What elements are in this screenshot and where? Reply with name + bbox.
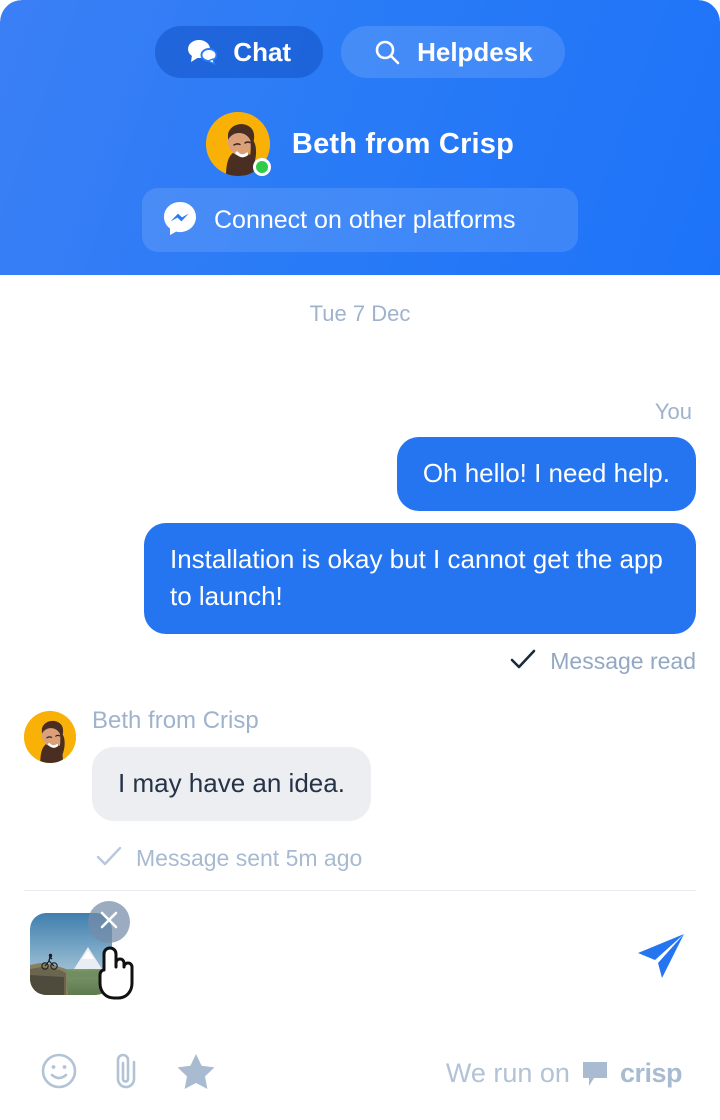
day-separator: Tue 7 Dec xyxy=(309,301,411,326)
incoming-message-status: Message sent 5m ago xyxy=(96,845,362,872)
header-tabs: Chat Helpdesk xyxy=(0,26,720,78)
connect-other-platforms-button[interactable]: Connect on other platforms xyxy=(142,188,578,252)
search-icon xyxy=(373,38,401,66)
tab-chat-label: Chat xyxy=(233,36,292,67)
conversation-list[interactable]: Tue 7 Dec You Oh hello! I need help. Ins… xyxy=(0,275,720,890)
composer-toolbar: We run on crisp xyxy=(0,1040,720,1120)
avatar xyxy=(24,711,76,764)
message-bubble[interactable]: Installation is okay but I cannot get th… xyxy=(144,522,696,635)
star-icon xyxy=(176,1052,216,1095)
emoji-picker-button[interactable] xyxy=(40,1052,78,1095)
rate-conversation-button[interactable] xyxy=(176,1052,216,1095)
crisp-logo-icon xyxy=(580,1059,610,1087)
incoming-message-group: Beth from Crisp I may have an idea. Mess… xyxy=(24,707,696,872)
tab-helpdesk[interactable]: Helpdesk xyxy=(341,26,565,78)
message-bubble[interactable]: Oh hello! I need help. xyxy=(396,437,696,511)
check-icon xyxy=(510,648,536,675)
outgoing-message-group: You Oh hello! I need help. Installation … xyxy=(24,399,696,675)
messenger-icon xyxy=(162,200,198,241)
avatar xyxy=(205,112,271,176)
tab-helpdesk-label: Helpdesk xyxy=(417,36,533,67)
emoji-icon xyxy=(40,1052,78,1095)
branding-name: crisp xyxy=(619,1057,683,1088)
connect-label: Connect on other platforms xyxy=(214,205,516,234)
chat-widget: Chat Helpdesk Beth from Crisp Connect on… xyxy=(0,0,720,1120)
outgoing-sender-label: You xyxy=(654,399,692,424)
check-icon xyxy=(96,845,122,872)
send-message-button[interactable] xyxy=(634,929,688,988)
remove-attachment-button[interactable] xyxy=(88,901,130,943)
incoming-sender-label: Beth from Crisp xyxy=(92,707,259,735)
attachment-preview[interactable] xyxy=(30,901,134,1000)
tab-chat[interactable]: Chat xyxy=(155,26,324,78)
incoming-status-label: Message sent 5m ago xyxy=(136,844,363,871)
crisp-branding[interactable]: We run on crisp xyxy=(445,1057,683,1089)
outgoing-message-status: Message read xyxy=(510,648,696,675)
close-icon xyxy=(99,910,119,935)
outgoing-status-label: Message read xyxy=(550,648,696,675)
attach-file-button[interactable] xyxy=(110,1051,144,1096)
incoming-body: Beth from Crisp I may have an idea. Mess… xyxy=(92,707,371,872)
paperclip-icon xyxy=(110,1051,144,1096)
branding-text: We run on xyxy=(445,1057,570,1088)
message-composer[interactable] xyxy=(24,890,696,1040)
agent-identity: Beth from Crisp xyxy=(0,112,720,176)
send-plane-icon xyxy=(634,934,688,987)
widget-header: Chat Helpdesk Beth from Crisp Connect on… xyxy=(0,0,720,275)
online-status-indicator xyxy=(252,158,271,176)
page-title: Beth from Crisp xyxy=(291,127,515,160)
footer-tools xyxy=(40,1051,216,1096)
chat-bubbles-icon xyxy=(187,39,218,65)
message-bubble[interactable]: I may have an idea. xyxy=(92,747,371,821)
